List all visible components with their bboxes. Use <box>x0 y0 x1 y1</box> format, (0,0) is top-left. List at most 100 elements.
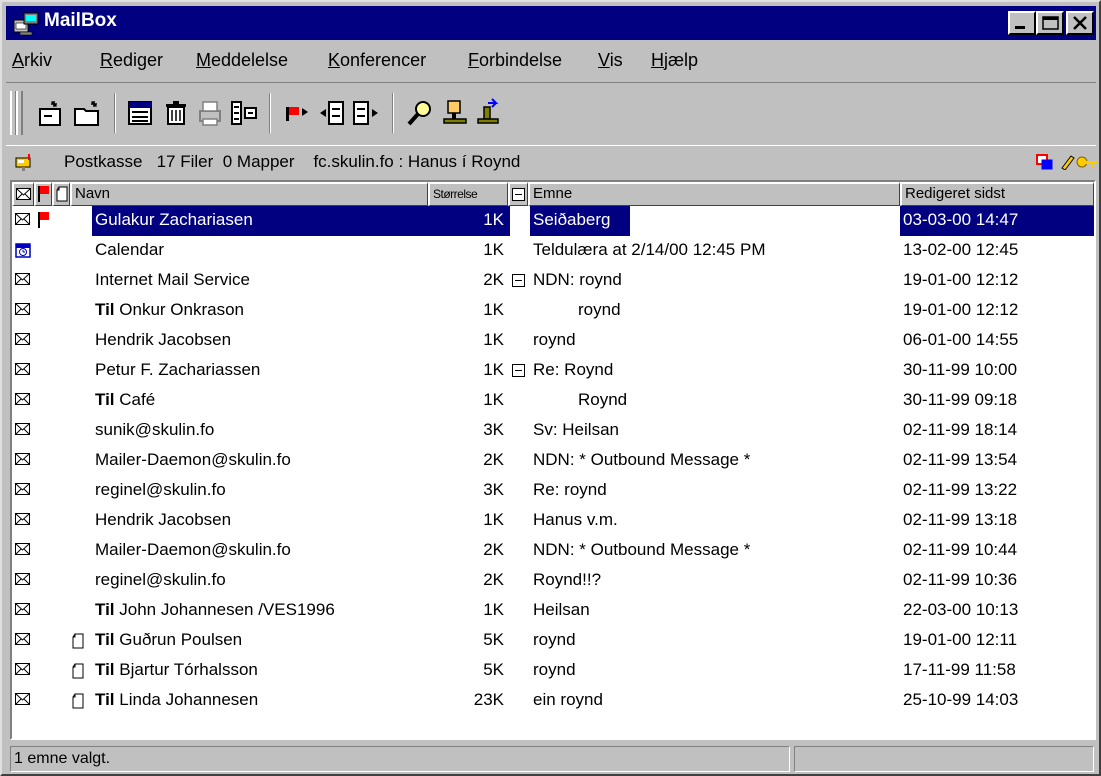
new-message-icon[interactable] <box>36 97 68 129</box>
date-cell: 19-01-00 12:12 <box>903 300 1019 319</box>
to-prefix: Til <box>95 300 115 319</box>
message-row[interactable]: Til John Johannesen /VES1996 1K Heilsan 22-… <box>12 596 1094 626</box>
message-row[interactable]: Petur F. Zachariassen 1K Re: Roynd 30-11-99… <box>12 356 1094 386</box>
sender-name: reginel@skulin.fo <box>95 570 226 589</box>
toolbar-grip-2[interactable] <box>16 91 23 135</box>
message-row[interactable]: Hendrik Jacobsen 1K roynd 06-01-00 14:55 <box>12 326 1094 356</box>
menu-bar: Arkiv Rediger Meddelelse Konferencer For… <box>6 46 1096 76</box>
message-row[interactable]: Til Café 1K Roynd 30-11-99 09:18 <box>12 386 1094 416</box>
to-prefix: Til <box>95 390 115 409</box>
message-row[interactable]: Mailer-Daemon@skulin.fo 2K NDN: * Outbound… <box>12 536 1094 566</box>
subject-cell: Re: roynd <box>533 480 607 499</box>
column-header-name[interactable]: Navn <box>70 182 428 206</box>
print-icon[interactable] <box>194 97 226 129</box>
to-prefix: Til <box>95 630 115 649</box>
message-row[interactable]: Til Linda Johannesen 23K ein roynd 25-10-99… <box>12 686 1094 716</box>
envelope-icon <box>14 571 34 589</box>
date-cell: 02-11-99 18:14 <box>903 420 1018 439</box>
subject-cell: Hanus v.m. <box>533 510 618 529</box>
menu-vis[interactable]: Vis <box>598 50 623 71</box>
menu-konferencer[interactable]: Konferencer <box>328 50 426 71</box>
status-bar: 1 emne valgt. <box>6 744 1096 774</box>
envelope-icon <box>14 391 34 409</box>
subject-cell: NDN: roynd <box>533 270 622 289</box>
menu-forbindelse[interactable]: Forbindelse <box>468 50 562 71</box>
column-header-type[interactable] <box>12 182 34 206</box>
sender-cell: Gulakur Zachariasen <box>95 210 253 230</box>
toolbar-separator <box>392 93 394 133</box>
message-row[interactable]: Calendar 1K Teldulæra at 2/14/00 12:45 PM 1… <box>12 236 1094 266</box>
column-header-flag[interactable] <box>34 182 52 206</box>
folder-view-icon[interactable] <box>1036 154 1054 170</box>
size-cell: 1K <box>483 210 504 229</box>
envelope-icon <box>14 631 34 649</box>
edit-pencil-icon[interactable] <box>1058 154 1076 170</box>
message-row[interactable]: Gulakur Zachariasen 1K Seiðaberg 03-03-00 1… <box>12 206 1094 236</box>
menu-rediger[interactable]: Rediger <box>100 50 163 71</box>
message-row[interactable]: sunik@skulin.fo 3K Sv: Heilsan 02-11-99 18:… <box>12 416 1094 446</box>
subject-cell: roynd <box>533 660 576 679</box>
message-row[interactable]: Til Bjartur Tórhalsson 5K roynd 17-11-99 11… <box>12 656 1094 686</box>
column-header-subject[interactable]: Emne <box>528 182 900 206</box>
column-header-size[interactable]: Størrelse <box>428 182 508 206</box>
message-row[interactable]: Hendrik Jacobsen 1K Hanus v.m. 02-11-99 13:… <box>12 506 1094 536</box>
menu-hjaelp[interactable]: Hjælp <box>651 50 698 71</box>
column-header-modified[interactable]: Redigeret sidst <box>900 182 1094 206</box>
size-cell: 1K <box>483 240 504 259</box>
message-row[interactable]: reginel@skulin.fo 2K Roynd!!? 02-11-99 10:3… <box>12 566 1094 596</box>
collapse-icon[interactable] <box>512 364 525 377</box>
search-icon[interactable] <box>404 97 436 129</box>
menu-arkiv[interactable]: Arkiv <box>12 50 52 71</box>
size-cell: 2K <box>483 450 504 469</box>
sender-cell: Mailer-Daemon@skulin.fo <box>95 540 291 560</box>
flag-next-icon[interactable] <box>282 97 314 129</box>
date-cell: 02-11-99 10:36 <box>903 570 1018 589</box>
date-cell: 13-02-00 12:45 <box>903 240 1019 259</box>
to-prefix: Til <box>95 660 115 679</box>
sender-cell: Internet Mail Service <box>95 270 250 290</box>
sender-cell: Til Café <box>95 390 155 410</box>
sender-name: Linda Johannesen <box>119 690 259 709</box>
address-book-icon[interactable] <box>440 97 472 129</box>
envelope-icon <box>14 301 34 319</box>
sender-cell: Mailer-Daemon@skulin.fo <box>95 450 291 470</box>
subject-cell: roynd <box>533 630 576 649</box>
open-folder-icon[interactable] <box>72 97 104 129</box>
maximize-button[interactable] <box>1036 11 1064 35</box>
message-row[interactable]: Mailer-Daemon@skulin.fo 2K NDN: * Outbound… <box>12 446 1094 476</box>
window-title: MailBox <box>44 10 117 31</box>
title-bar[interactable]: MailBox <box>6 6 1096 40</box>
close-icon <box>1073 16 1087 30</box>
sender-name: Hendrik Jacobsen <box>95 510 232 529</box>
envelope-icon <box>14 691 34 709</box>
message-row[interactable]: Internet Mail Service 2K NDN: roynd 19-01-0… <box>12 266 1094 296</box>
key-icon[interactable] <box>1076 154 1098 170</box>
sender-name: Guðrun Poulsen <box>119 630 243 649</box>
date-cell: 25-10-99 14:03 <box>903 690 1019 709</box>
message-row[interactable]: Til Guðrun Poulsen 5K roynd 19-01-00 12:11 <box>12 626 1094 656</box>
message-list-icon[interactable] <box>124 97 156 129</box>
previous-message-icon[interactable] <box>316 97 348 129</box>
delete-icon[interactable] <box>160 97 192 129</box>
calendar-icon <box>14 241 34 259</box>
connect-icon[interactable] <box>474 97 506 129</box>
next-message-icon[interactable] <box>350 97 382 129</box>
column-header-thread[interactable] <box>508 182 528 206</box>
properties-icon[interactable] <box>228 97 260 129</box>
menu-meddelelse[interactable]: Meddelelse <box>196 50 288 71</box>
message-row[interactable]: reginel@skulin.fo 3K Re: roynd 02-11-99 13:… <box>12 476 1094 506</box>
collapse-icon[interactable] <box>512 274 525 287</box>
sender-name: Café <box>119 390 156 409</box>
message-row[interactable]: Til Onkur Onkrason 1K roynd 19-01-00 12:12 <box>12 296 1094 326</box>
sender-cell: Til Guðrun Poulsen <box>95 630 242 650</box>
minimize-button[interactable] <box>1008 11 1036 35</box>
size-cell: 1K <box>483 510 504 529</box>
close-button[interactable] <box>1066 11 1094 35</box>
envelope-icon <box>14 481 34 499</box>
subject-cell: Roynd <box>578 390 628 409</box>
column-header-attachment[interactable] <box>52 182 70 206</box>
sender-cell: reginel@skulin.fo <box>95 480 226 500</box>
envelope-icon <box>14 271 34 289</box>
sender-name: John Johannesen /VES1996 <box>119 600 335 619</box>
status-text: 1 emne valgt. <box>10 746 790 772</box>
